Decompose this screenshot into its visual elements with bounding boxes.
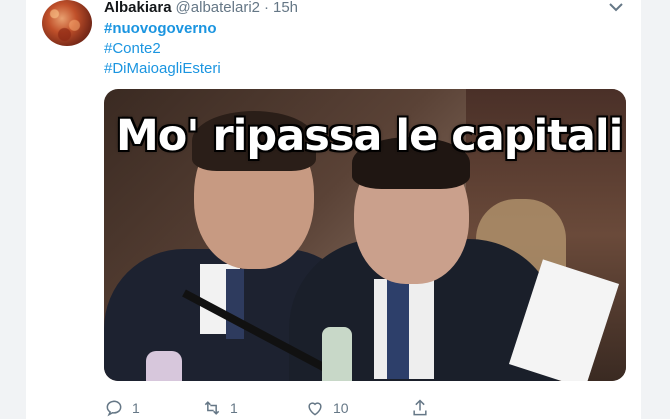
tweet-card[interactable]: Albakiara @albatelari2 · 15h #nuovogover… [26,0,641,419]
tweet-media-image[interactable]: Mo' ripassa le capitali [104,89,626,381]
tweet-text: #nuovogoverno #Conte2 #DiMaioagliEsteri [104,19,221,79]
separator-dot: · [264,0,269,16]
reply-count: 1 [132,400,140,416]
heart-icon [308,402,322,416]
hashtag-link[interactable]: #nuovogoverno [104,19,221,39]
chevron-down-icon[interactable] [607,0,625,14]
share-icon [413,399,427,416]
hashtag-link[interactable]: #Conte2 [104,39,221,59]
share-button[interactable] [410,398,430,418]
bottle [146,351,182,381]
hashtag-link[interactable]: #DiMaioagliEsteri [104,59,221,79]
retweet-button[interactable]: 1 [202,398,238,418]
avatar[interactable] [42,0,92,46]
bottle [322,327,352,381]
meme-caption: Mo' ripassa le capitali [116,111,623,161]
tweet-header: Albakiara @albatelari2 · 15h [104,0,298,17]
person-right-tie [387,269,409,379]
reply-icon [106,400,122,417]
page: Albakiara @albatelari2 · 15h #nuovogover… [0,0,670,419]
tweet-actions: 1 1 10 [104,398,464,418]
retweet-icon [204,401,220,415]
reply-button[interactable]: 1 [104,398,140,418]
tweet-time[interactable]: 15h [273,0,298,16]
like-button[interactable]: 10 [305,398,349,418]
author-name[interactable]: Albakiara [104,0,172,16]
author-handle[interactable]: @albatelari2 [176,0,260,16]
retweet-count: 1 [230,400,238,416]
like-count: 10 [333,400,349,416]
